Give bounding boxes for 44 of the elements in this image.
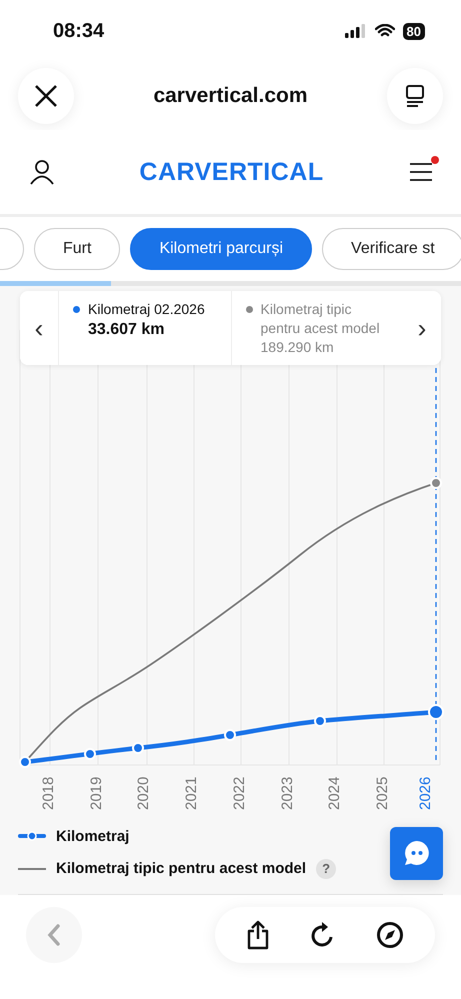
- status-time: 08:34: [53, 20, 104, 42]
- data-point: [314, 715, 326, 727]
- chevron-left-icon: [47, 924, 61, 946]
- menu-icon[interactable]: [409, 162, 433, 182]
- year-label: 2021: [183, 776, 200, 810]
- compass-icon[interactable]: [376, 921, 404, 949]
- year-label: 2022: [231, 776, 248, 810]
- data-point: [132, 742, 144, 754]
- stacked-pages-icon: [404, 84, 426, 108]
- year-label: 2019: [88, 776, 105, 810]
- series-label: Kilometraj tipic pentru acest model: [260, 300, 381, 338]
- tab-button[interactable]: Furt: [34, 228, 120, 270]
- legend-label: Kilometraj tipic pentru acest model: [56, 860, 306, 877]
- battery-level: 80: [402, 22, 425, 40]
- year-label: 2025: [374, 776, 391, 810]
- data-point: [428, 704, 444, 720]
- share-icon[interactable]: [246, 920, 270, 950]
- legend-label: Kilometraj: [56, 828, 130, 844]
- data-point: [19, 756, 31, 768]
- user-icon[interactable]: [30, 159, 54, 185]
- close-icon: [34, 84, 58, 108]
- year-label: 2020: [135, 776, 152, 810]
- series-label: Kilometraj 02.2026: [88, 300, 205, 319]
- data-point: [84, 748, 96, 760]
- chat-button[interactable]: [390, 826, 443, 880]
- data-point: [430, 477, 442, 489]
- year-label: 2023: [279, 776, 296, 810]
- data-point: [224, 729, 236, 741]
- url-text: carvertical.com: [153, 84, 308, 108]
- wifi-icon: [374, 24, 395, 38]
- brand-logo[interactable]: CARVERTICAL: [139, 158, 324, 186]
- help-button[interactable]: ?: [316, 858, 336, 878]
- series-value: 33.607 km: [88, 320, 166, 340]
- tab-button[interactable]: Kilometri parcurși: [130, 228, 312, 270]
- series-value: 189.290 km: [260, 338, 335, 357]
- year-label: 2018: [40, 776, 57, 810]
- year-label: 2026: [417, 776, 434, 810]
- year-label: 2024: [326, 776, 343, 810]
- chat-bubble-icon: [402, 839, 430, 867]
- line-with-dot-icon: [18, 831, 46, 841]
- reload-icon[interactable]: [310, 922, 335, 948]
- line-icon: [18, 866, 46, 870]
- signal-icon: [344, 24, 367, 38]
- tab-button[interactable]: Verificare st: [322, 228, 461, 270]
